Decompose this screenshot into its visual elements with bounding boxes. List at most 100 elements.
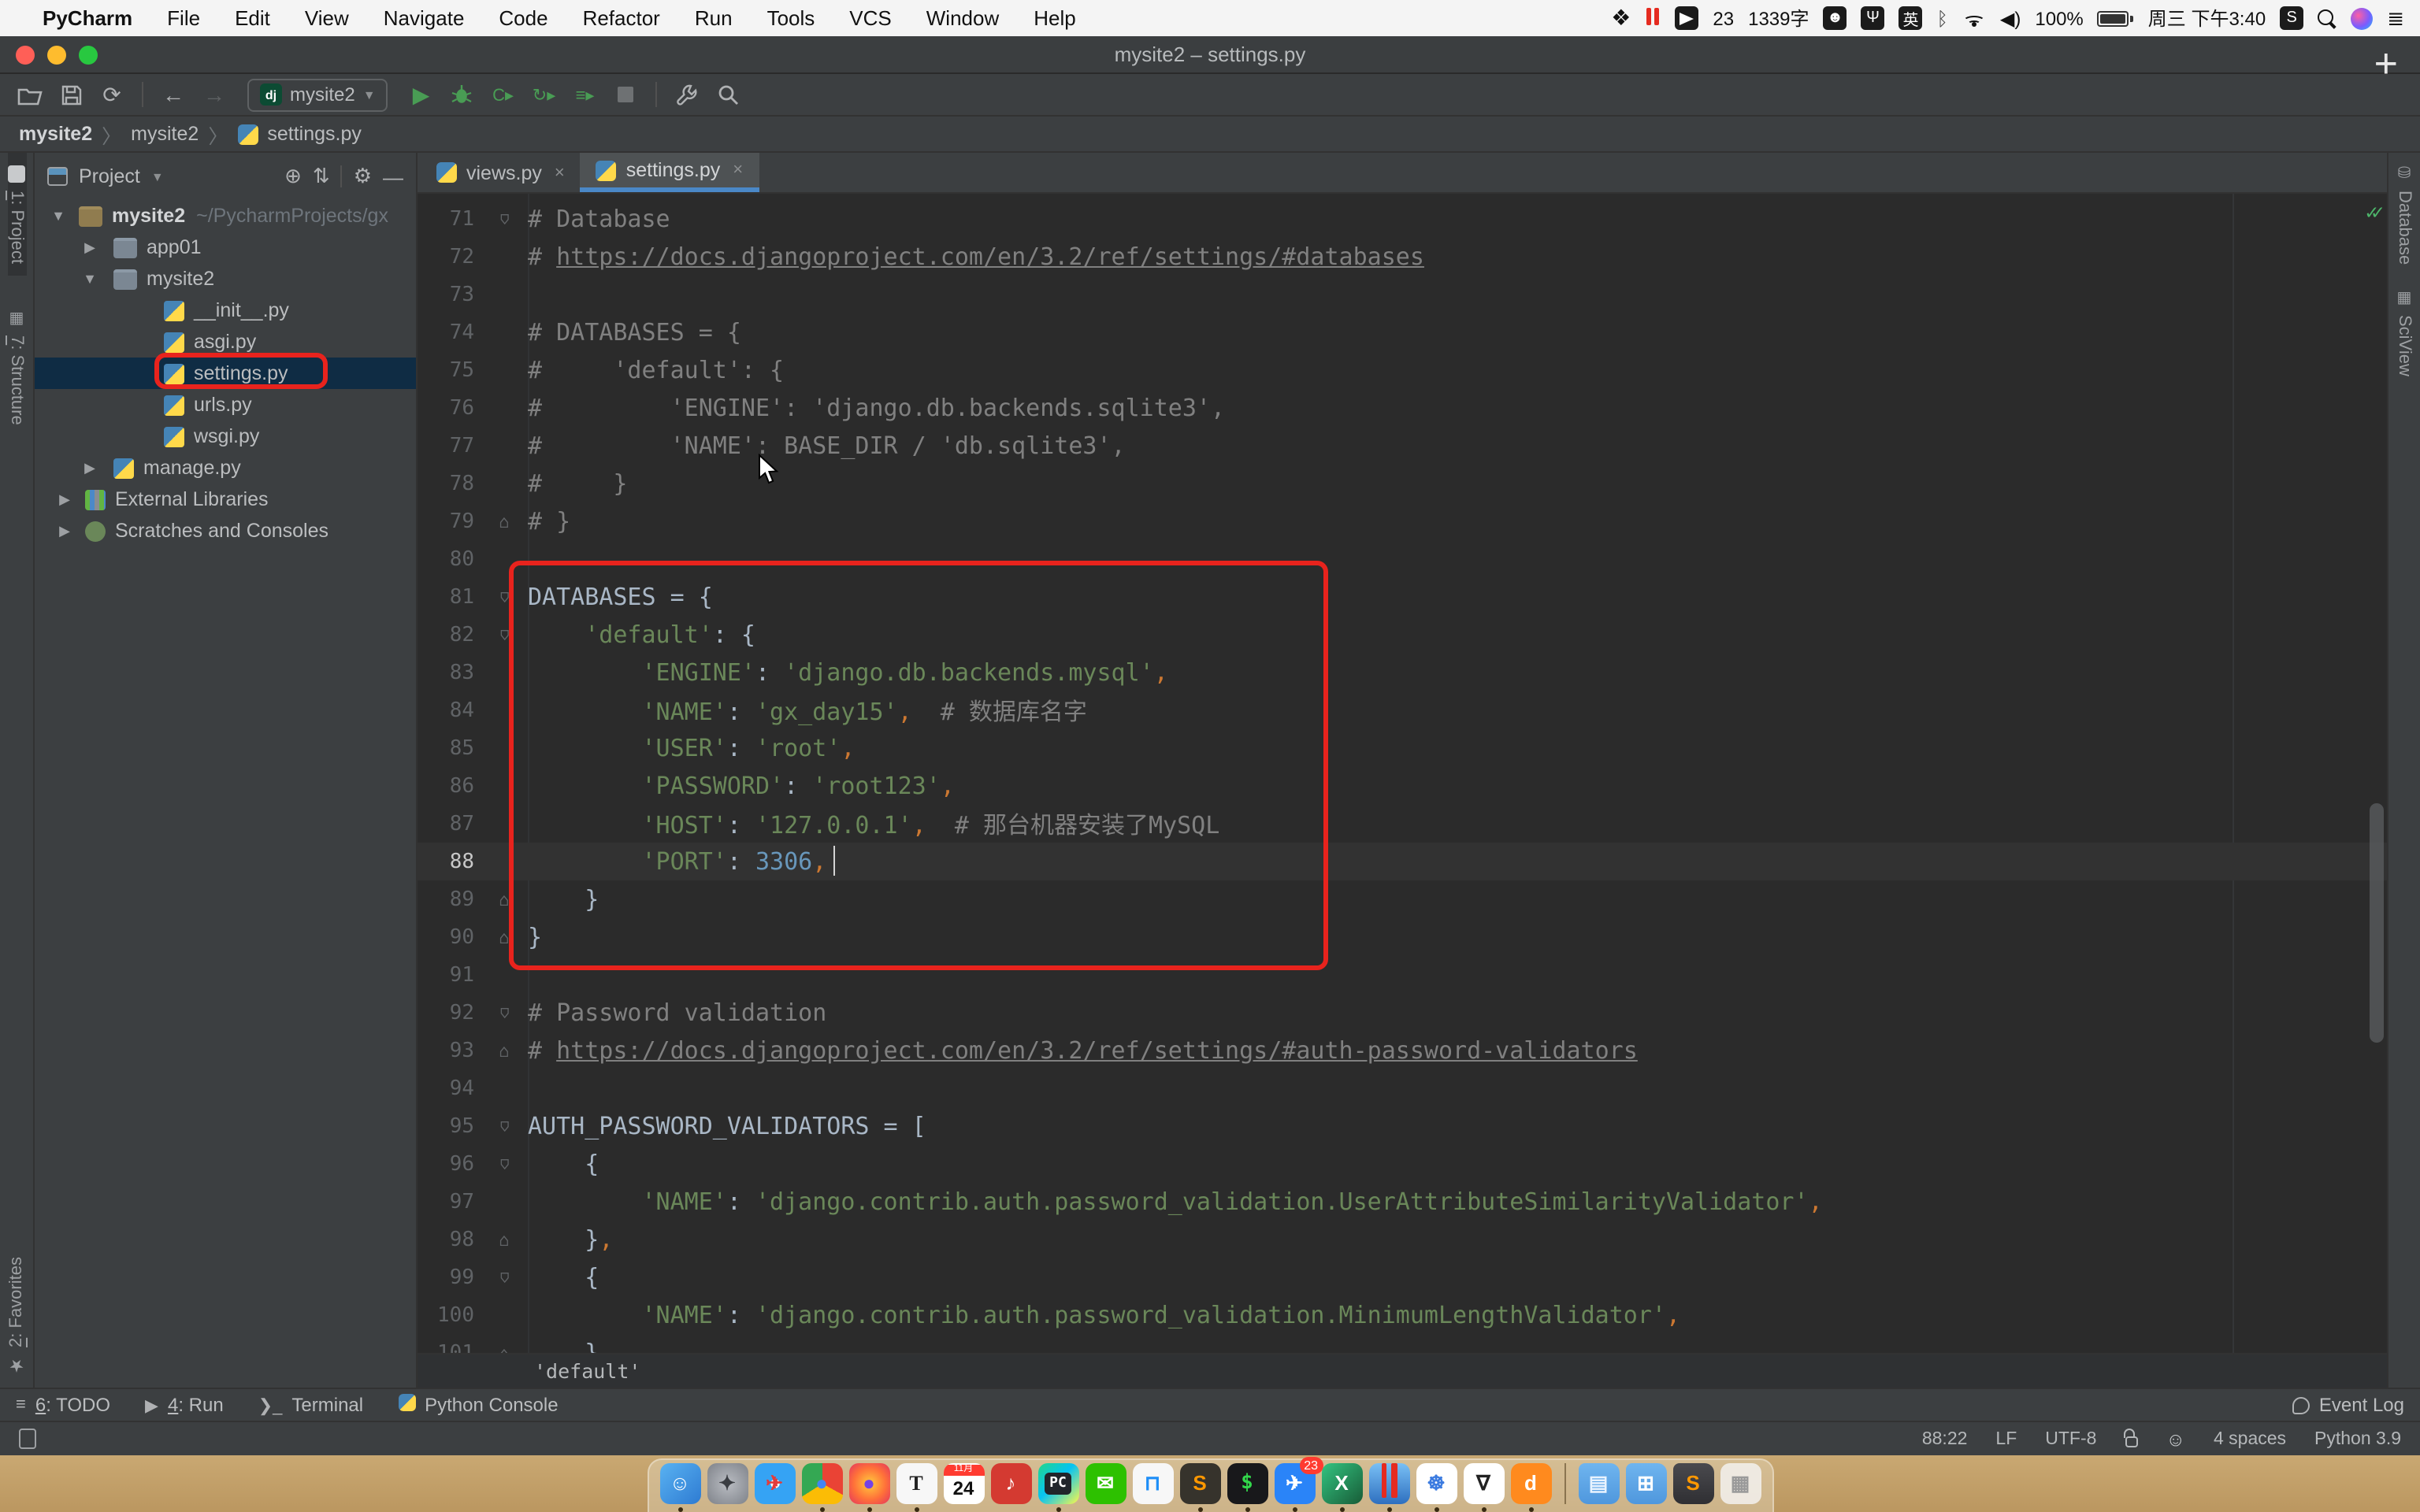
dock-icon-firefox[interactable]: ●	[848, 1462, 889, 1503]
fold-marker[interactable]: ⌂	[481, 587, 528, 607]
emoji-app-icon[interactable]: ☻	[1824, 6, 1847, 30]
menu-item-tools[interactable]: Tools	[750, 6, 833, 30]
menu-item-vcs[interactable]: VCS	[832, 6, 908, 30]
breadcrumb-item-mysite2[interactable]: mysite2	[131, 123, 199, 145]
dock-icon-chrome[interactable]: ●	[801, 1462, 842, 1503]
fold-marker[interactable]: ⌂	[481, 511, 528, 532]
breadcrumb-item-mysite2[interactable]: mysite2	[19, 123, 92, 145]
tree-item-app01[interactable]: ▶app01	[35, 232, 416, 263]
collapse-all-icon[interactable]: ⇅	[313, 164, 330, 189]
wrench-icon[interactable]	[670, 77, 705, 112]
dock-icon-launchpad[interactable]: ✦	[707, 1462, 748, 1503]
dock-icon-wechat[interactable]: ✉	[1085, 1462, 1126, 1503]
menu-item-help[interactable]: Help	[1016, 6, 1093, 30]
code-area[interactable]: 71⌂# Database72# https://docs.djangoproj…	[418, 194, 2387, 1353]
tree-item-manage-py[interactable]: ▶manage.py	[35, 452, 416, 484]
stop-button[interactable]	[609, 77, 644, 112]
fold-marker[interactable]: ⌂	[481, 889, 528, 910]
caret-position[interactable]: 88:22	[1922, 1429, 1968, 1448]
toolwindow-toggle-icon[interactable]	[19, 1429, 36, 1449]
parallels-pause-icon[interactable]	[1645, 7, 1661, 29]
dock-icon-excel[interactable]: X	[1321, 1462, 1362, 1503]
dock-icon-finder[interactable]: ☺	[659, 1462, 700, 1503]
spotlight-icon[interactable]	[2318, 9, 2336, 28]
run-with-coverage-button[interactable]: C▸	[486, 77, 521, 112]
dock-icon-terminal[interactable]: $	[1227, 1462, 1268, 1503]
zoom-window-button[interactable]	[79, 45, 98, 64]
dock-icon-dingtalk[interactable]: ✈23	[1274, 1462, 1315, 1503]
close-tab-icon[interactable]: ×	[555, 163, 565, 182]
fold-marker[interactable]: ⌂	[481, 1116, 528, 1136]
fold-marker[interactable]: ⌂	[481, 1154, 528, 1174]
menubar-clock[interactable]: 周三 下午3:40	[2148, 5, 2266, 32]
gear-icon[interactable]: ⚙	[354, 164, 372, 189]
file-encoding[interactable]: UTF-8	[2045, 1429, 2096, 1448]
toolwindow-terminal[interactable]: ❯_Terminal	[258, 1394, 363, 1416]
chevron-collapsed-icon[interactable]: ▶	[57, 523, 72, 540]
fold-marker[interactable]: ⌂	[481, 624, 528, 645]
tree-item-wsgi-py[interactable]: wsgi.py	[35, 421, 416, 452]
dock-icon-folder-dark[interactable]: S	[1672, 1462, 1713, 1503]
hide-panel-icon[interactable]: —	[383, 165, 403, 188]
tool-button-favorites[interactable]: ★ 2: Favorites	[6, 1243, 27, 1388]
highlighting-level-icon[interactable]: ☺	[2166, 1428, 2185, 1450]
sogou-icon[interactable]: S	[2280, 6, 2303, 30]
chevron-expanded-icon[interactable]: ▼	[82, 271, 98, 287]
menu-item-file[interactable]: File	[150, 6, 217, 30]
tree-item-External-Libraries[interactable]: ▶External Libraries	[35, 484, 416, 515]
tool-button-structure[interactable]: ▦ 7: Structure	[7, 298, 26, 439]
cluster-icon[interactable]: ❖	[1611, 5, 1631, 32]
run-button[interactable]: ▶	[404, 77, 439, 112]
menu-item-refactor[interactable]: Refactor	[566, 6, 677, 30]
sync-icon[interactable]: ⟳	[95, 77, 129, 112]
fold-marker[interactable]: ⌂	[481, 1229, 528, 1250]
menu-item-code[interactable]: Code	[481, 6, 565, 30]
menu-item-view[interactable]: View	[288, 6, 366, 30]
line-separator[interactable]: LF	[1995, 1429, 2017, 1448]
tree-item-__init__-py[interactable]: __init__.py	[35, 295, 416, 326]
interpreter[interactable]: Python 3.9	[2314, 1429, 2401, 1448]
fold-marker[interactable]: ⌂	[481, 1002, 528, 1023]
chevron-collapsed-icon[interactable]: ▶	[82, 460, 98, 477]
menu-item-run[interactable]: Run	[677, 6, 750, 30]
editor-scrollbar-thumb[interactable]	[2370, 803, 2384, 1043]
tree-item-mysite2[interactable]: ▼mysite2	[35, 263, 416, 295]
dock-icon-tie-app[interactable]: ∇	[1463, 1462, 1504, 1503]
close-window-button[interactable]	[16, 45, 35, 64]
tree-item-settings-py[interactable]: settings.py	[35, 358, 416, 389]
open-folder-icon[interactable]	[13, 77, 47, 112]
menu-item-window[interactable]: Window	[909, 6, 1017, 30]
mic-icon[interactable]: Ψ	[1861, 6, 1885, 30]
tree-item-asgi-py[interactable]: asgi.py	[35, 326, 416, 358]
menu-item-navigate[interactable]: Navigate	[366, 6, 482, 30]
event-log-button[interactable]: Event Log	[2292, 1394, 2404, 1416]
chevron-collapsed-icon[interactable]: ▶	[57, 491, 72, 509]
fold-marker[interactable]: ⌂	[481, 1343, 528, 1353]
dock-icon-folder-windows[interactable]: ⊞	[1625, 1462, 1666, 1503]
dock-icon-tv-app[interactable]: d	[1510, 1462, 1551, 1503]
tab-settings.py[interactable]: settings.py×	[581, 153, 759, 192]
tool-button-database[interactable]: ⛁Database	[2395, 153, 2414, 277]
tree-item-urls-py[interactable]: urls.py	[35, 389, 416, 421]
forward-icon[interactable]: →	[197, 77, 232, 112]
fold-marker[interactable]: ⌂	[481, 209, 528, 229]
dock-icon-safari[interactable]: ✈	[754, 1462, 795, 1503]
toolwindow--todo[interactable]: ≡6: TODO	[16, 1394, 110, 1416]
toolwindow-python-console[interactable]: Python Console	[398, 1394, 558, 1416]
readonly-lock-icon[interactable]	[2125, 1436, 2137, 1447]
tree-item-Scratches-and-Consoles[interactable]: ▶Scratches and Consoles	[35, 515, 416, 547]
indent-setting[interactable]: 4 spaces	[2214, 1429, 2286, 1448]
menu-item-edit[interactable]: Edit	[217, 6, 288, 30]
menu-item-pycharm[interactable]: PyCharm	[25, 6, 150, 30]
dock-icon-trash[interactable]: ▦	[1720, 1462, 1761, 1503]
search-everywhere-icon[interactable]	[711, 77, 746, 112]
run-configuration-selector[interactable]: dj mysite2 ▼	[247, 78, 388, 111]
dock-icon-netease-music[interactable]: ♪	[990, 1462, 1031, 1503]
tab-views.py[interactable]: views.py×	[421, 153, 581, 192]
tool-button-project[interactable]: 1: Project	[7, 153, 26, 276]
fold-marker[interactable]: ⌂	[481, 1040, 528, 1061]
back-icon[interactable]: ←	[156, 77, 191, 112]
dock-icon-calendar[interactable]: 11月24	[943, 1462, 984, 1503]
dock-icon-typora[interactable]: T	[896, 1462, 937, 1503]
inspections-ok-icon[interactable]: ✓✓	[2366, 202, 2377, 225]
